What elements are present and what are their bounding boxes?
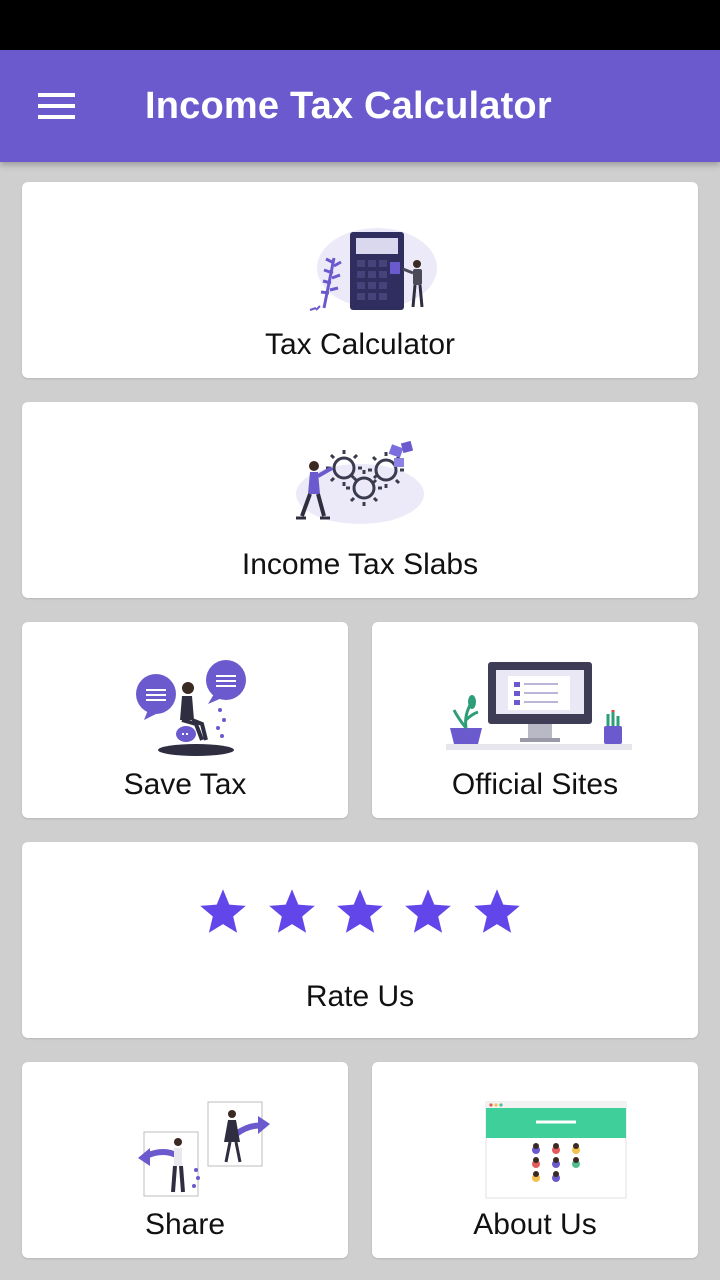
share-label: Share: [144, 1208, 226, 1241]
hamburger-menu-icon[interactable]: [26, 82, 86, 130]
share-arrows-illustration-icon: [138, 1101, 270, 1197]
chat-bubbles-illustration-icon: [136, 660, 246, 756]
monitor-illustration-icon: [446, 662, 632, 750]
star-icon[interactable]: [402, 886, 454, 938]
status-bar: [0, 0, 720, 50]
menu-bar-line: [38, 104, 75, 108]
share-card[interactable]: Share: [22, 1062, 348, 1258]
menu-bar-line: [38, 93, 75, 97]
save-tax-card[interactable]: Save Tax: [22, 622, 348, 818]
star-icon[interactable]: [334, 886, 386, 938]
income-tax-slabs-label: Income Tax Slabs: [241, 548, 479, 581]
income-tax-slabs-card[interactable]: Income Tax Slabs: [22, 402, 698, 598]
star-rating: [22, 886, 698, 943]
rate-us-card[interactable]: Rate Us: [22, 842, 698, 1038]
rate-us-label: Rate Us: [305, 980, 415, 1013]
calculator-illustration-icon: [309, 228, 437, 311]
gears-illustration-icon: [296, 440, 424, 524]
star-icon[interactable]: [266, 886, 318, 938]
app-bar: Income Tax Calculator: [0, 50, 720, 162]
official-sites-card[interactable]: Official Sites: [372, 622, 698, 818]
tax-calculator-label: Tax Calculator: [264, 328, 456, 361]
menu-bar-line: [38, 115, 75, 119]
about-us-card[interactable]: About Us: [372, 1062, 698, 1258]
star-icon[interactable]: [471, 886, 523, 938]
team-website-illustration-icon: [485, 1101, 627, 1199]
tax-calculator-card[interactable]: Tax Calculator: [22, 182, 698, 378]
official-sites-label: Official Sites: [451, 768, 619, 801]
star-icon[interactable]: [197, 886, 249, 938]
save-tax-label: Save Tax: [123, 768, 247, 801]
app-title: Income Tax Calculator: [145, 85, 552, 127]
about-us-label: About Us: [473, 1208, 597, 1241]
